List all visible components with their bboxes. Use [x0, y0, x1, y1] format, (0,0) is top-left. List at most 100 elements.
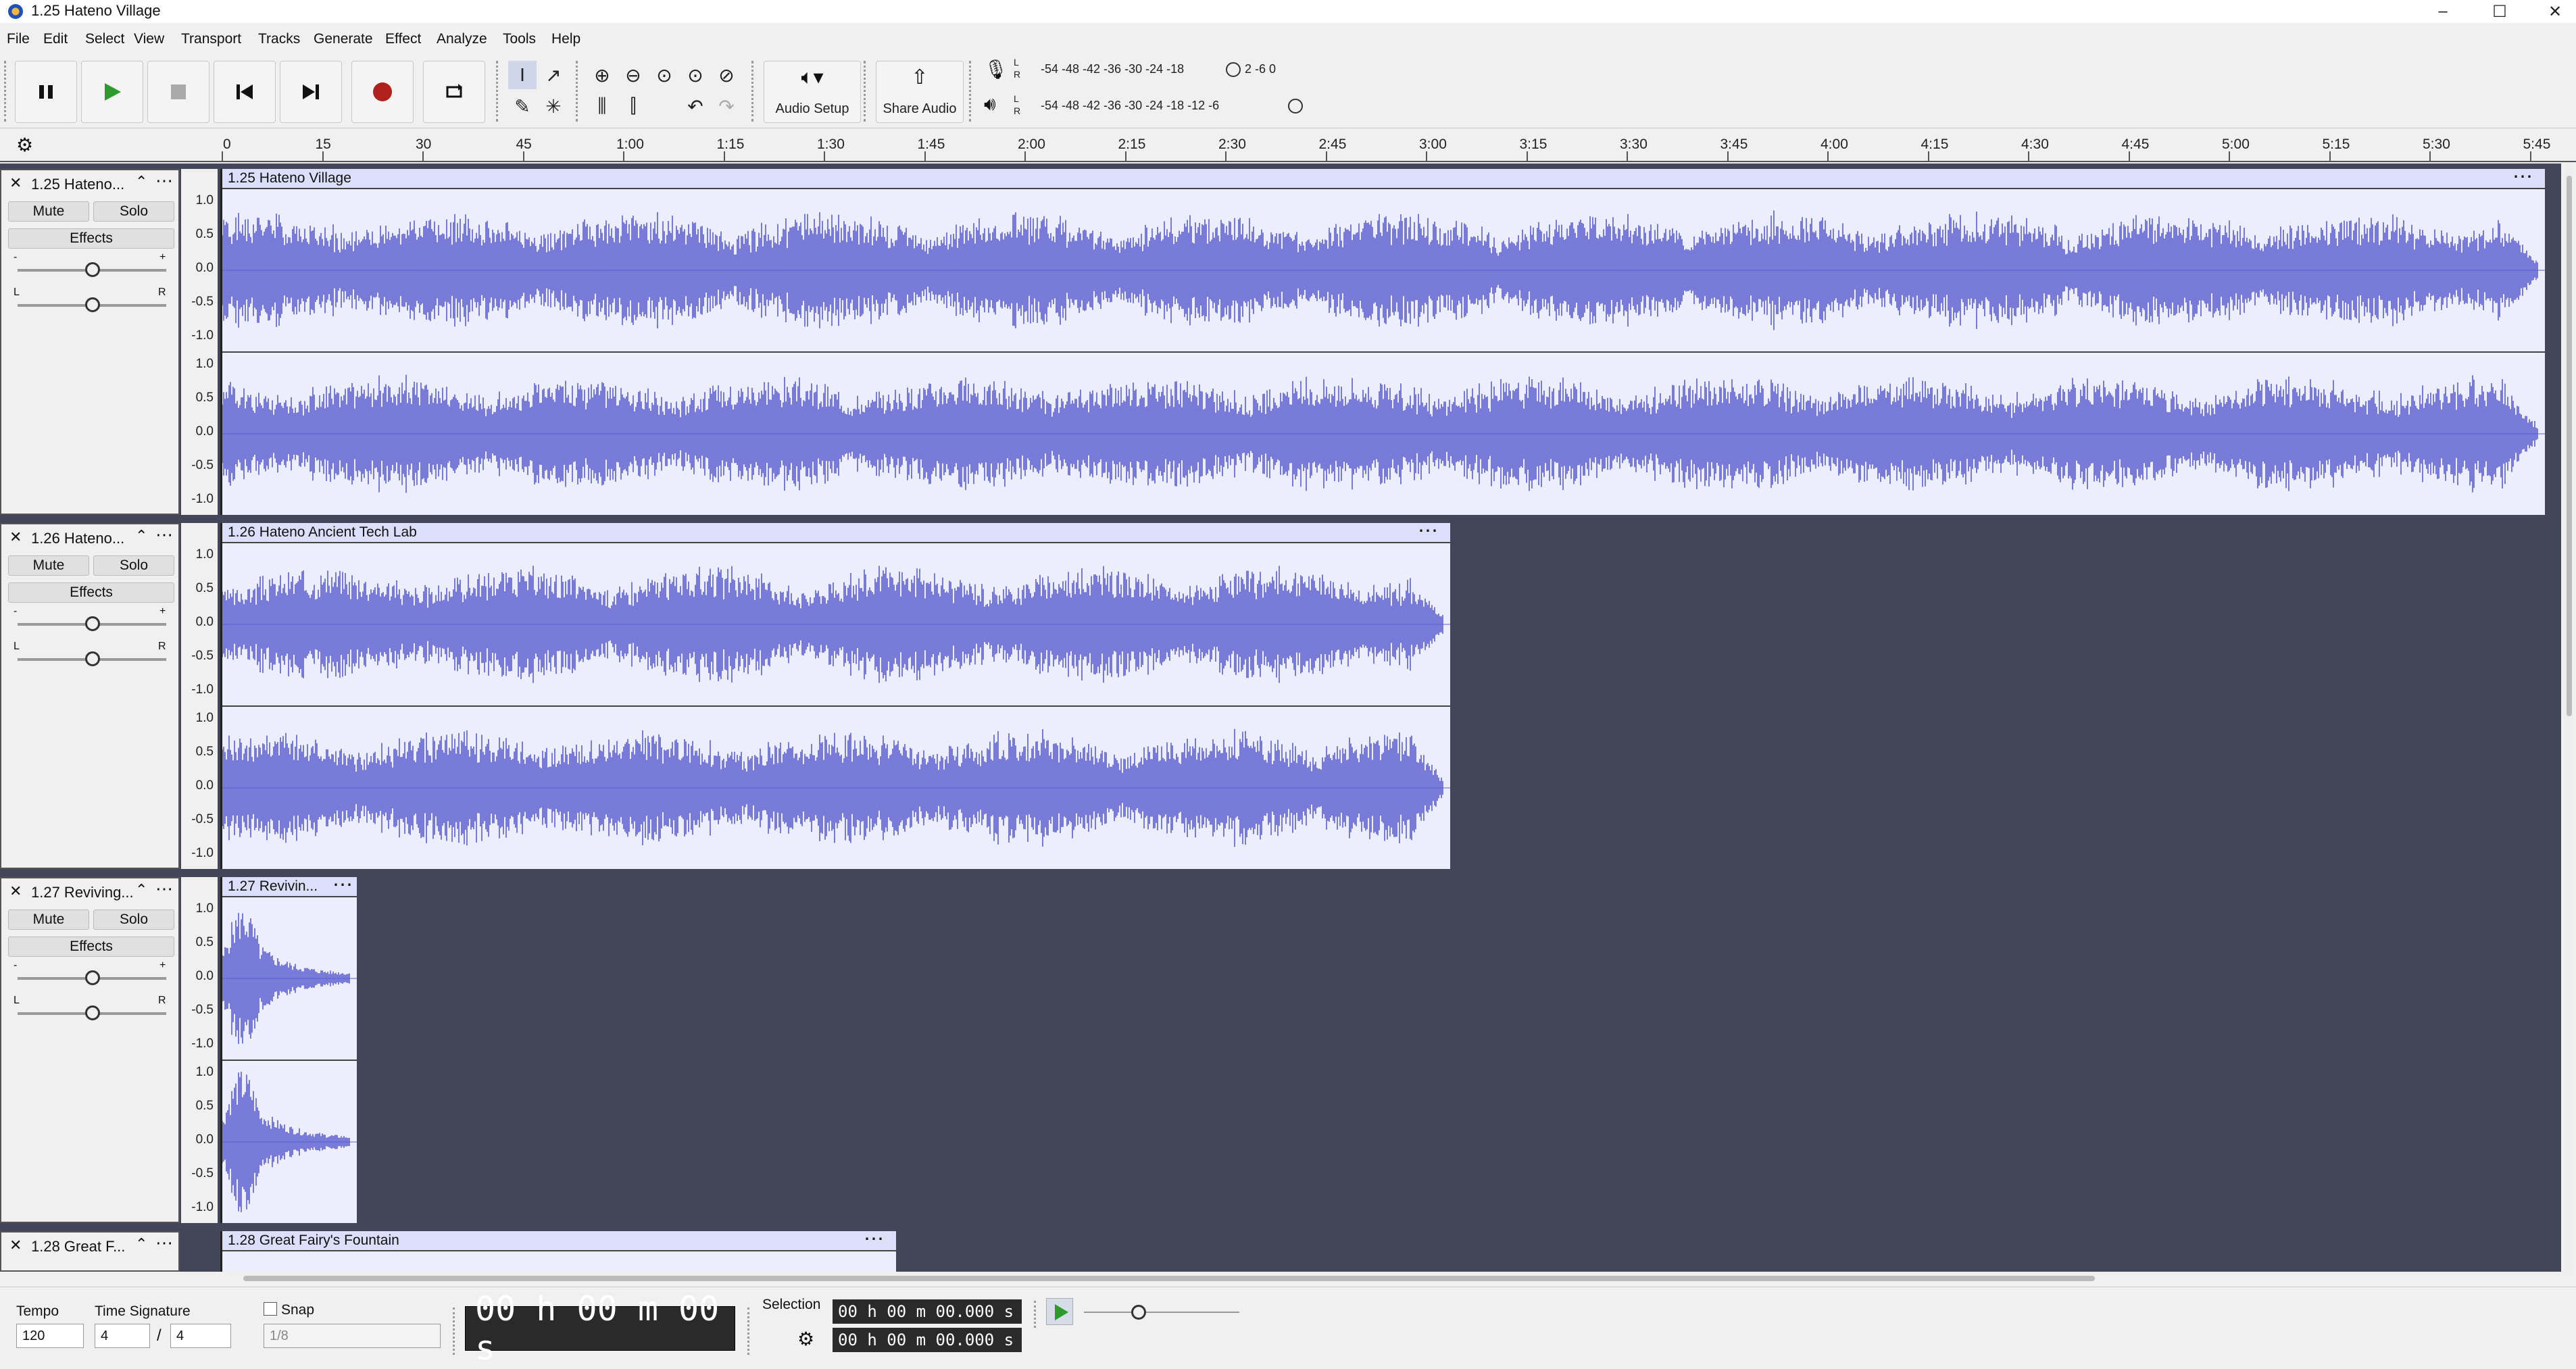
menu-select[interactable]: Select — [85, 31, 124, 47]
gain-knob[interactable] — [85, 262, 100, 277]
gain-slider[interactable] — [18, 970, 166, 985]
zoom-in-icon[interactable]: ⊕ — [588, 61, 616, 89]
redo-icon[interactable]: ↷ — [712, 92, 741, 120]
draw-tool-icon[interactable]: ✎ — [508, 92, 537, 120]
clip-header[interactable]: 1.25 Hateno Village ⋯ — [222, 166, 2545, 188]
tracks-area[interactable]: ✕ 1.25 Hateno... ⌃ ⋯ Mute Solo Effects -… — [0, 164, 2561, 1272]
maximize-button[interactable]: ☐ — [2469, 0, 2530, 23]
menu-file[interactable]: File — [7, 31, 30, 47]
menu-tracks[interactable]: Tracks — [258, 31, 300, 47]
playback-speed-slider[interactable] — [1084, 1305, 1239, 1320]
edit-grip[interactable] — [576, 61, 581, 122]
playback-speed-knob[interactable] — [1131, 1305, 1146, 1320]
track-name[interactable]: 1.26 Hateno... — [31, 530, 124, 547]
clip-menu-icon[interactable]: ⋯ — [332, 873, 353, 897]
collapse-icon[interactable]: ⌃ — [135, 527, 147, 545]
skip-to-start-button[interactable] — [214, 61, 276, 123]
snap-checkbox[interactable] — [264, 1302, 277, 1316]
clip-header[interactable]: 1.26 Hateno Ancient Tech Lab ⋯ — [222, 520, 1450, 542]
time-display[interactable]: 00 h 00 m 00 s — [465, 1289, 735, 1368]
track-name[interactable]: 1.25 Hateno... — [31, 176, 124, 193]
clip-menu-icon[interactable]: ⋯ — [864, 1231, 884, 1251]
menu-transport[interactable]: Transport — [181, 31, 241, 47]
play-at-speed-button[interactable] — [1046, 1298, 1073, 1325]
waveform-left[interactable] — [222, 542, 1450, 705]
menu-generate[interactable]: Generate — [314, 31, 373, 47]
envelope-tool-icon[interactable]: ↗ — [539, 61, 568, 89]
zoom-toggle-icon[interactable]: ⊘ — [712, 61, 741, 89]
waveform-left[interactable] — [222, 188, 2545, 351]
solo-button[interactable]: Solo — [93, 910, 174, 930]
pan-knob[interactable] — [85, 297, 100, 312]
effects-button[interactable]: Effects — [8, 228, 174, 249]
effects-button[interactable]: Effects — [8, 937, 174, 957]
audio-clip[interactable]: 1.25 Hateno Village ⋯ — [220, 166, 2545, 515]
audio-clip[interactable]: 1.28 Great Fairy's Fountain ⋯ — [220, 1231, 896, 1272]
pan-slider[interactable] — [18, 651, 166, 666]
snap-select[interactable]: 1/8 — [264, 1324, 441, 1348]
selection-start-time[interactable]: 00 h 00 m 00.000 s — [833, 1299, 1022, 1324]
pan-knob[interactable] — [85, 1005, 100, 1020]
waveform-right[interactable] — [222, 351, 2545, 515]
mute-button[interactable]: Mute — [8, 201, 89, 222]
menu-view[interactable]: View — [134, 31, 164, 47]
gain-knob[interactable] — [85, 616, 100, 631]
audio-clip[interactable]: 1.26 Hateno Ancient Tech Lab ⋯ — [220, 520, 1450, 869]
collapse-icon[interactable]: ⌃ — [135, 1235, 147, 1253]
waveform-left[interactable] — [222, 1250, 896, 1272]
undo-icon[interactable]: ↶ — [681, 92, 710, 120]
horizontal-scrollbar[interactable] — [243, 1276, 2095, 1281]
playback-meter-knob[interactable] — [1288, 99, 1303, 114]
vertical-scale[interactable]: 1.0 0.5 0.0 -0.5 -1.0 1.0 0.5 0.0 -0.5 -1.0 — [181, 169, 218, 515]
audio-setup-button[interactable]: 🔈︎▾ Audio Setup — [764, 61, 861, 123]
track-control-panel[interactable]: ✕ 1.25 Hateno... ⌃ ⋯ Mute Solo Effects -… — [0, 169, 180, 515]
waveform-right[interactable] — [222, 705, 1450, 869]
pan-slider[interactable] — [18, 1005, 166, 1020]
gain-slider[interactable] — [18, 616, 166, 631]
menu-effect[interactable]: Effect — [385, 31, 421, 47]
track-control-panel[interactable]: ✕ 1.26 Hateno... ⌃ ⋯ Mute Solo Effects -… — [0, 523, 180, 869]
playback-meter-scale[interactable]: -54 -48 -42 -36 -30 -24 -18 -12 -6 — [1041, 99, 1219, 113]
trim-audio-icon[interactable]: ⫼ — [588, 92, 616, 120]
track-menu-icon[interactable]: ⋯ — [155, 1233, 173, 1253]
track-name[interactable]: 1.28 Great F... — [31, 1238, 125, 1255]
record-meter-scale[interactable]: -54 -48 -42 -36 -30 -24 -18 — [1041, 62, 1184, 76]
clip-header[interactable]: 1.28 Great Fairy's Fountain ⋯ — [222, 1231, 896, 1250]
mute-button[interactable]: Mute — [8, 555, 89, 576]
menu-edit[interactable]: Edit — [43, 31, 68, 47]
close-window-button[interactable]: ✕ — [2525, 0, 2576, 23]
solo-button[interactable]: Solo — [93, 555, 174, 576]
effects-button[interactable]: Effects — [8, 582, 174, 603]
fit-selection-icon[interactable]: ⊙ — [650, 61, 678, 89]
selection-settings-icon[interactable]: ⚙ — [797, 1328, 814, 1350]
clip-menu-icon[interactable]: ⋯ — [2512, 165, 2533, 189]
silence-audio-icon[interactable]: ⫿ — [619, 92, 647, 120]
vertical-scroll-thumb[interactable] — [2567, 176, 2572, 716]
close-track-icon[interactable]: ✕ — [9, 882, 22, 900]
selection-tool-icon[interactable]: I — [508, 61, 537, 89]
track-menu-icon[interactable]: ⋯ — [155, 878, 173, 899]
pan-knob[interactable] — [85, 651, 100, 666]
multi-tool-icon[interactable]: ✳ — [539, 92, 568, 120]
time-grip[interactable] — [453, 1308, 458, 1355]
mute-button[interactable]: Mute — [8, 910, 89, 930]
tempo-input[interactable]: 120 — [16, 1324, 84, 1348]
tools-grip[interactable] — [496, 61, 501, 122]
track-name[interactable]: 1.27 Reviving... — [31, 884, 134, 901]
track-menu-icon[interactable]: ⋯ — [155, 524, 173, 545]
zoom-out-icon[interactable]: ⊖ — [619, 61, 647, 89]
track-control-panel[interactable]: ✕ 1.27 Reviving... ⌃ ⋯ Mute Solo Effects… — [0, 877, 180, 1223]
time-signature-denominator[interactable]: 4 — [170, 1324, 231, 1348]
vertical-scale[interactable]: 1.0 0.5 0.0 -0.5 -1.0 1.0 0.5 0.0 -0.5 -1.0 — [181, 523, 218, 869]
clip-header[interactable]: 1.27 Revivin... ⋯ — [222, 874, 357, 896]
clip-menu-icon[interactable]: ⋯ — [1418, 519, 1438, 543]
selection-end-time[interactable]: 00 h 00 m 00.000 s — [833, 1328, 1022, 1352]
record-button[interactable] — [351, 61, 414, 123]
audio-setup-grip[interactable] — [751, 61, 757, 122]
selection-grip[interactable] — [747, 1308, 753, 1355]
time-signature-numerator[interactable]: 4 — [95, 1324, 150, 1348]
playback-speaker-icon[interactable]: 🔊︎ — [984, 93, 996, 116]
timeline-settings-icon[interactable]: ⚙ — [16, 134, 33, 156]
microphone-icon[interactable]: 🎙︎ — [984, 58, 1008, 80]
pause-button[interactable] — [15, 61, 77, 123]
